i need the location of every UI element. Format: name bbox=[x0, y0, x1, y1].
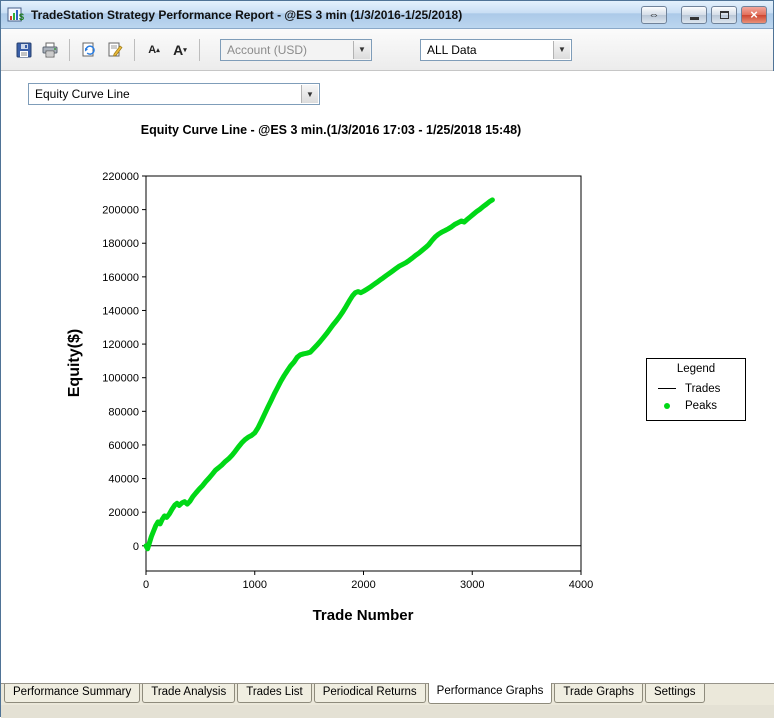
y-axis-label: Equity($) bbox=[66, 283, 86, 443]
chevron-down-icon[interactable]: ▼ bbox=[553, 41, 570, 59]
increase-font-button[interactable]: A▾ bbox=[167, 37, 193, 63]
chart-title: Equity Curve Line - @ES 3 min.(1/3/2016 … bbox=[116, 123, 546, 137]
svg-text:1000: 1000 bbox=[243, 579, 267, 591]
legend-line-icon bbox=[656, 388, 678, 389]
window-title: TradeStation Strategy Performance Report… bbox=[31, 8, 637, 22]
edit-report-icon bbox=[106, 41, 124, 59]
toolbar-separator bbox=[134, 39, 135, 61]
resize-arrows-button[interactable]: ⇔ bbox=[641, 6, 667, 24]
print-icon bbox=[41, 41, 59, 59]
graph-type-dropdown[interactable]: Equity Curve Line ▼ bbox=[28, 83, 320, 105]
app-icon: $ bbox=[7, 7, 25, 23]
toolbar-separator bbox=[69, 39, 70, 61]
svg-text:20000: 20000 bbox=[108, 507, 139, 519]
decrease-font-button[interactable]: A▴ bbox=[141, 37, 167, 63]
tab-trade-graphs[interactable]: Trade Graphs bbox=[554, 684, 643, 703]
refresh-report-button[interactable] bbox=[76, 37, 102, 63]
tab-settings[interactable]: Settings bbox=[645, 684, 705, 703]
graph-type-dropdown-value: Equity Curve Line bbox=[35, 87, 130, 101]
svg-text:220000: 220000 bbox=[102, 171, 139, 183]
tab-trades-list[interactable]: Trades List bbox=[237, 684, 311, 703]
legend-label: Peaks bbox=[685, 400, 717, 412]
font-down-arrow-icon: ▾ bbox=[183, 46, 187, 54]
title-bar: $ TradeStation Strategy Performance Repo… bbox=[1, 1, 773, 29]
svg-text:0: 0 bbox=[133, 541, 139, 553]
legend-entry-trades: Trades bbox=[647, 380, 745, 397]
svg-text:3000: 3000 bbox=[460, 579, 484, 591]
data-range-dropdown[interactable]: ALL Data ▼ bbox=[420, 39, 572, 61]
save-icon bbox=[15, 41, 33, 59]
svg-text:100000: 100000 bbox=[102, 373, 139, 385]
legend-label: Trades bbox=[685, 383, 720, 395]
svg-text:0: 0 bbox=[143, 579, 149, 591]
svg-text:4000: 4000 bbox=[569, 579, 593, 591]
legend-title: Legend bbox=[647, 359, 745, 380]
svg-text:200000: 200000 bbox=[102, 205, 139, 217]
minimize-button[interactable] bbox=[681, 6, 707, 24]
save-button[interactable] bbox=[11, 37, 37, 63]
close-icon: × bbox=[750, 7, 758, 22]
maximize-button[interactable] bbox=[711, 6, 737, 24]
svg-text:80000: 80000 bbox=[108, 406, 139, 418]
close-button[interactable]: × bbox=[741, 6, 767, 24]
account-dropdown[interactable]: Account (USD) ▼ bbox=[220, 39, 372, 61]
svg-text:160000: 160000 bbox=[102, 272, 139, 284]
edit-report-button[interactable] bbox=[102, 37, 128, 63]
legend-dot-icon bbox=[656, 403, 678, 409]
maximize-icon bbox=[720, 11, 729, 19]
toolbar-separator bbox=[199, 39, 200, 61]
svg-text:40000: 40000 bbox=[108, 474, 139, 486]
svg-text:180000: 180000 bbox=[102, 238, 139, 250]
account-dropdown-value: Account (USD) bbox=[227, 43, 307, 57]
report-content: 0200004000060000800001000001200001400001… bbox=[1, 71, 774, 683]
svg-text:120000: 120000 bbox=[102, 339, 139, 351]
report-tab-strip: Performance SummaryTrade AnalysisTrades … bbox=[1, 683, 774, 705]
tab-performance-graphs[interactable]: Performance Graphs bbox=[428, 683, 553, 704]
font-up-arrow-icon: ▴ bbox=[156, 46, 160, 54]
app-window: $ TradeStation Strategy Performance Repo… bbox=[0, 0, 774, 717]
chevron-down-icon[interactable]: ▼ bbox=[301, 85, 318, 103]
svg-text:60000: 60000 bbox=[108, 440, 139, 452]
tab-periodical-returns[interactable]: Periodical Returns bbox=[314, 684, 426, 703]
print-button[interactable] bbox=[37, 37, 63, 63]
increase-font-icon: A bbox=[173, 42, 183, 58]
refresh-report-icon bbox=[80, 41, 98, 59]
toolbar: A▴ A▾ Account (USD) ▼ ALL Data ▼ bbox=[1, 29, 773, 71]
svg-text:$: $ bbox=[19, 12, 24, 22]
tab-performance-summary[interactable]: Performance Summary bbox=[4, 684, 140, 703]
chart-legend: Legend Trades Peaks bbox=[646, 358, 746, 421]
tab-trade-analysis[interactable]: Trade Analysis bbox=[142, 684, 235, 703]
svg-text:140000: 140000 bbox=[102, 305, 139, 317]
svg-text:2000: 2000 bbox=[351, 579, 375, 591]
minimize-icon bbox=[690, 17, 699, 20]
chevron-down-icon[interactable]: ▼ bbox=[353, 41, 370, 59]
legend-entry-peaks: Peaks bbox=[647, 397, 745, 414]
x-axis-label: Trade Number bbox=[263, 607, 463, 624]
resize-arrows-icon: ⇔ bbox=[649, 9, 660, 21]
data-range-dropdown-value: ALL Data bbox=[427, 43, 477, 57]
status-strip bbox=[1, 705, 774, 718]
